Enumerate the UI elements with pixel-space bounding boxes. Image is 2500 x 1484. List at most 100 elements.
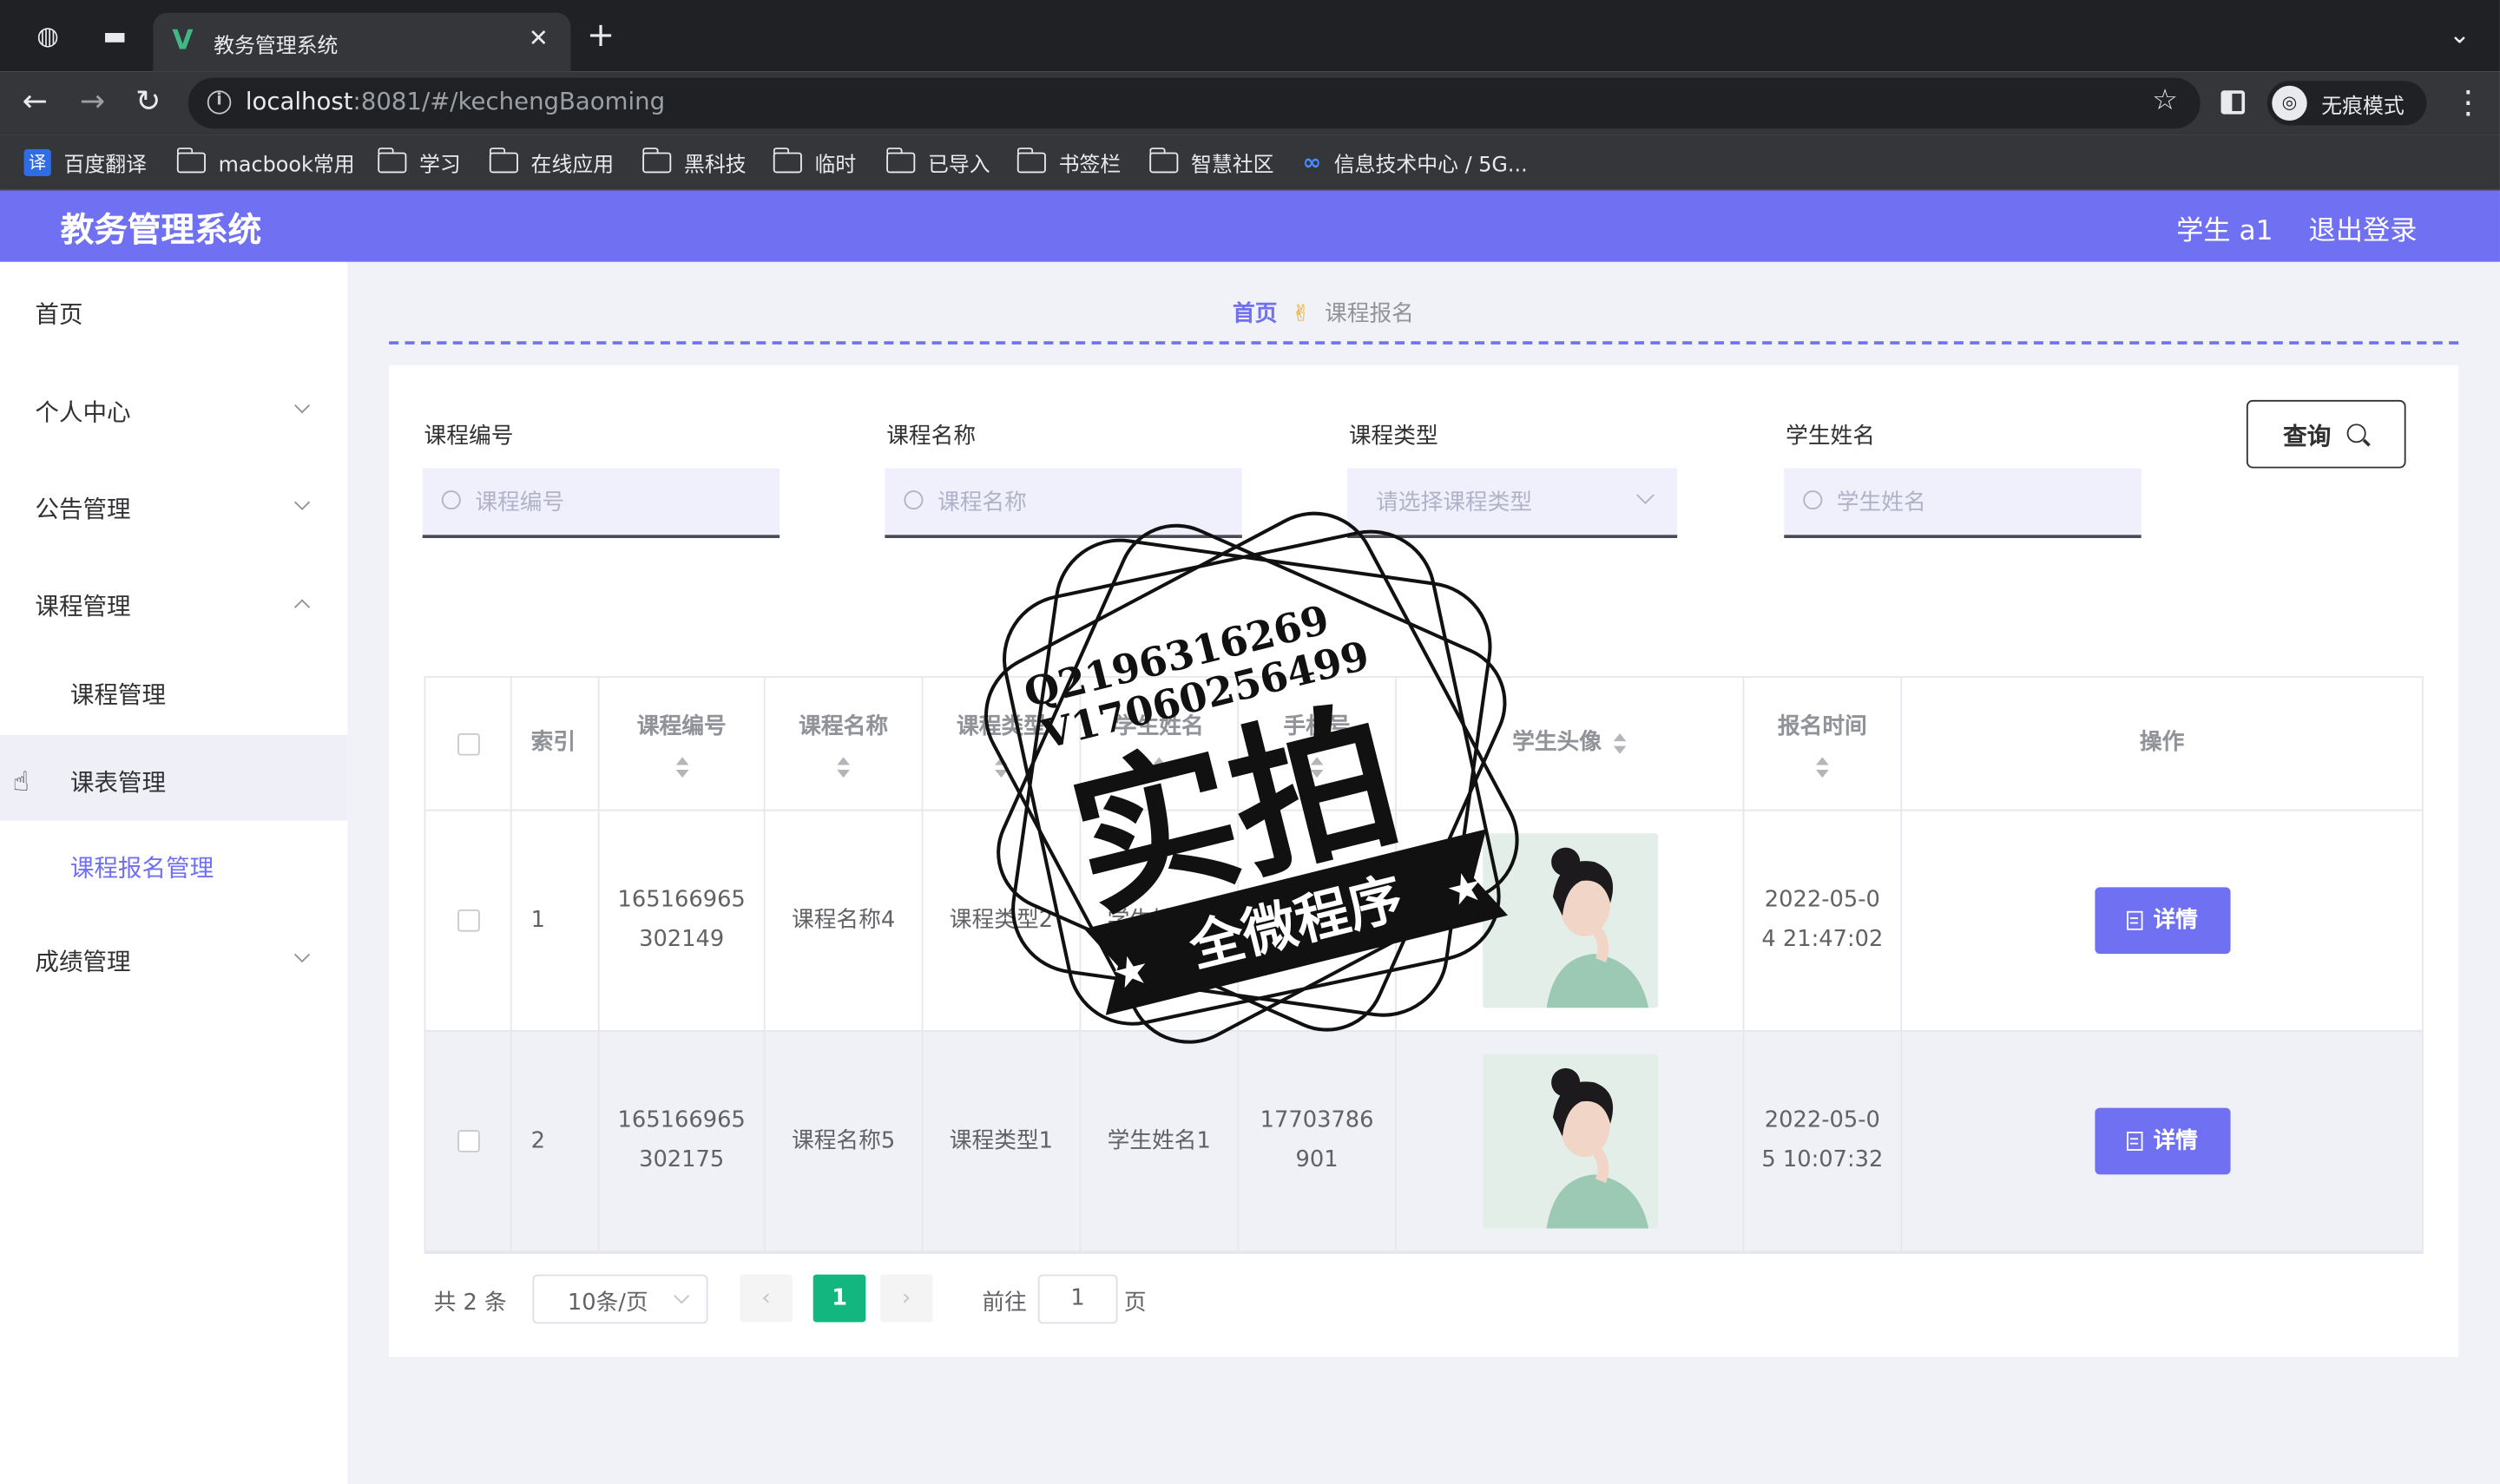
globe-icon[interactable]: ◍ (32, 21, 64, 53)
folder-icon (641, 148, 672, 174)
sidebar-item-home[interactable]: 首页 (0, 266, 347, 352)
sidebar-item-notice[interactable]: 公告管理 (0, 462, 347, 548)
pagination-total: 共 2 条 (433, 1290, 507, 1317)
folder-icon (885, 148, 916, 174)
vue-logo-icon: V (172, 25, 194, 57)
student-name-label: 学生姓名 (1786, 424, 1875, 450)
bookmark-folder[interactable]: 临时 (772, 148, 856, 178)
sidebar-item-personal-center[interactable]: 个人中心 (0, 365, 347, 451)
row-checkbox[interactable] (457, 1130, 479, 1152)
forward-icon[interactable]: → (80, 84, 105, 119)
course-type-label: 课程类型 (1348, 424, 1438, 450)
student-name-placeholder: 学生姓名 (1836, 490, 1926, 516)
close-tab-icon[interactable]: ✕ (529, 23, 549, 52)
sidebar-item-enrollment[interactable]: 课程报名管理 (0, 821, 347, 907)
pagination: 共 2 条 10条/页 ‹ 1 › 前往 1 页 (431, 1270, 1865, 1333)
sort-icon[interactable] (1151, 757, 1167, 779)
tab-title: 教务管理系统 (214, 35, 339, 59)
row-checkbox[interactable] (457, 909, 479, 932)
course-name-input[interactable]: 课程名称 (885, 468, 1242, 538)
bookmark-folder[interactable]: 智慧社区 (1148, 148, 1274, 178)
bookmark-folder[interactable]: 黑科技 (641, 148, 747, 178)
column-header-course-type[interactable]: 课程类型 (923, 677, 1082, 811)
document-icon (2126, 1132, 2142, 1151)
sidebar-item-label: 课程管理 (69, 680, 167, 710)
course-no-input[interactable]: 课程编号 (422, 468, 780, 538)
browser-menu-icon[interactable]: ⋮ (2452, 84, 2484, 119)
detail-button[interactable]: 详情 (2094, 887, 2230, 955)
tab-list-chevron-icon[interactable]: ⌄ (2449, 19, 2470, 49)
goto-unit-label: 页 (1123, 1290, 1147, 1317)
bookmark-folder[interactable]: 学习 (377, 148, 461, 178)
enrollment-table: 索引 课程编号 课程名称 课程类型 学生姓名 手机号 学生头像 报名时间 操作 … (424, 676, 2424, 1254)
bookmark-folder[interactable]: macbook常用 (175, 148, 355, 178)
address-bar[interactable]: i localhost:8081/#/kechengBaoming ☆ (188, 77, 2201, 129)
sort-icon[interactable] (993, 757, 1009, 779)
select-all-checkbox[interactable] (457, 732, 479, 755)
column-header-student-name[interactable]: 学生姓名 (1081, 677, 1240, 811)
next-page-button[interactable]: › (879, 1274, 933, 1323)
sidebar-item-course-group[interactable]: 课程管理 (0, 559, 347, 645)
bookmark-star-icon[interactable]: ☆ (2152, 84, 2178, 117)
bookmark-folder[interactable]: 书签栏 (1016, 148, 1121, 178)
sort-icon[interactable] (1611, 732, 1627, 755)
column-header-course-name[interactable]: 课程名称 (765, 677, 924, 811)
table-cell-actions: 详情 (1902, 1032, 2422, 1253)
search-icon (904, 490, 924, 510)
folder-icon (1016, 148, 1046, 174)
tab-group-icon[interactable]: ▬ (99, 21, 131, 53)
bookmarks-bar: 译百度翻译 macbook常用 学习 在线应用 黑科技 临时 已导入 书签栏 智… (0, 135, 2500, 191)
chevron-down-icon (293, 947, 311, 963)
table-cell-actions: 详情 (1902, 811, 2422, 1032)
logout-button[interactable]: 退出登录 (2309, 208, 2418, 248)
sidebar-item-grades[interactable]: 成绩管理 (0, 914, 347, 1000)
breadcrumb: 首页 ✌ 课程报名 (347, 297, 2299, 329)
sidebar-item-label: 成绩管理 (35, 947, 131, 976)
query-button[interactable]: 查询 (2246, 399, 2406, 469)
sort-icon[interactable] (1309, 757, 1325, 779)
table-cell-course-name: 课程名称4 (765, 811, 924, 1032)
goto-page-input[interactable]: 1 (1037, 1274, 1118, 1324)
page-size-value: 10条/页 (567, 1290, 648, 1317)
bookmark-folder[interactable]: 在线应用 (488, 148, 614, 178)
back-icon[interactable]: ← (23, 84, 48, 119)
sort-icon[interactable] (674, 757, 689, 779)
browser-toolbar: ← → ↻ i localhost:8081/#/kechengBaoming … (0, 71, 2500, 135)
chevron-down-icon (674, 1288, 690, 1304)
incognito-indicator[interactable]: ◎ 无痕模式 (2266, 81, 2427, 126)
column-header-avatar[interactable]: 学生头像 (1396, 677, 1745, 811)
sort-icon[interactable] (1814, 757, 1830, 779)
page-size-select[interactable]: 10条/页 (532, 1274, 708, 1324)
query-button-label: 查询 (2283, 422, 2332, 451)
column-header-phone[interactable]: 手机号 (1239, 677, 1397, 811)
reload-icon[interactable]: ↻ (135, 84, 161, 119)
student-name-input[interactable]: 学生姓名 (1784, 468, 2141, 538)
new-tab-icon[interactable]: + (587, 18, 615, 51)
breadcrumb-divider (389, 341, 2459, 345)
bookmark-folder[interactable]: 已导入 (885, 148, 990, 178)
course-type-select[interactable]: 请选择课程类型 (1347, 468, 1678, 538)
url-text[interactable]: localhost:8081/#/kechengBaoming (246, 88, 665, 116)
prev-page-button[interactable]: ‹ (740, 1274, 793, 1323)
site-info-icon[interactable]: i (207, 90, 232, 115)
course-type-placeholder: 请选择课程类型 (1376, 490, 1533, 516)
breadcrumb-home[interactable]: 首页 (1233, 301, 1277, 326)
incognito-icon: ◎ (2272, 85, 2307, 121)
sort-icon[interactable] (835, 757, 851, 779)
side-panel-icon[interactable] (2220, 90, 2246, 115)
table-cell-course-type: 课程类型1 (923, 1031, 1082, 1253)
chevron-up-icon (293, 599, 311, 615)
bookmark-item[interactable]: ∞ 信息技术中心 / 5G... (1303, 148, 1528, 178)
app-title: 教务管理系统 (60, 211, 262, 250)
bookmark-item[interactable]: 译百度翻译 (23, 148, 147, 178)
sidebar-item-course-manage[interactable]: 课程管理 (0, 647, 347, 733)
column-header-course-no[interactable]: 课程编号 (599, 677, 766, 811)
browser-tab-active[interactable]: V 教务管理系统 ✕ (153, 12, 571, 72)
sidebar-item-schedule[interactable]: ☝ 课表管理 (0, 734, 348, 821)
column-header-time[interactable]: 报名时间 (1744, 677, 1903, 811)
detail-button[interactable]: 详情 (2094, 1107, 2230, 1175)
table-cell-student-name: 学生姓名1 (1081, 811, 1240, 1032)
page-number-current[interactable]: 1 (812, 1274, 866, 1323)
main-content: 首页 ✌ 课程报名 课程编号 课程编号 课程名称 课程名称 课程类型 请选择课程类型… (347, 261, 2500, 1484)
goto-label: 前往 (982, 1290, 1027, 1317)
